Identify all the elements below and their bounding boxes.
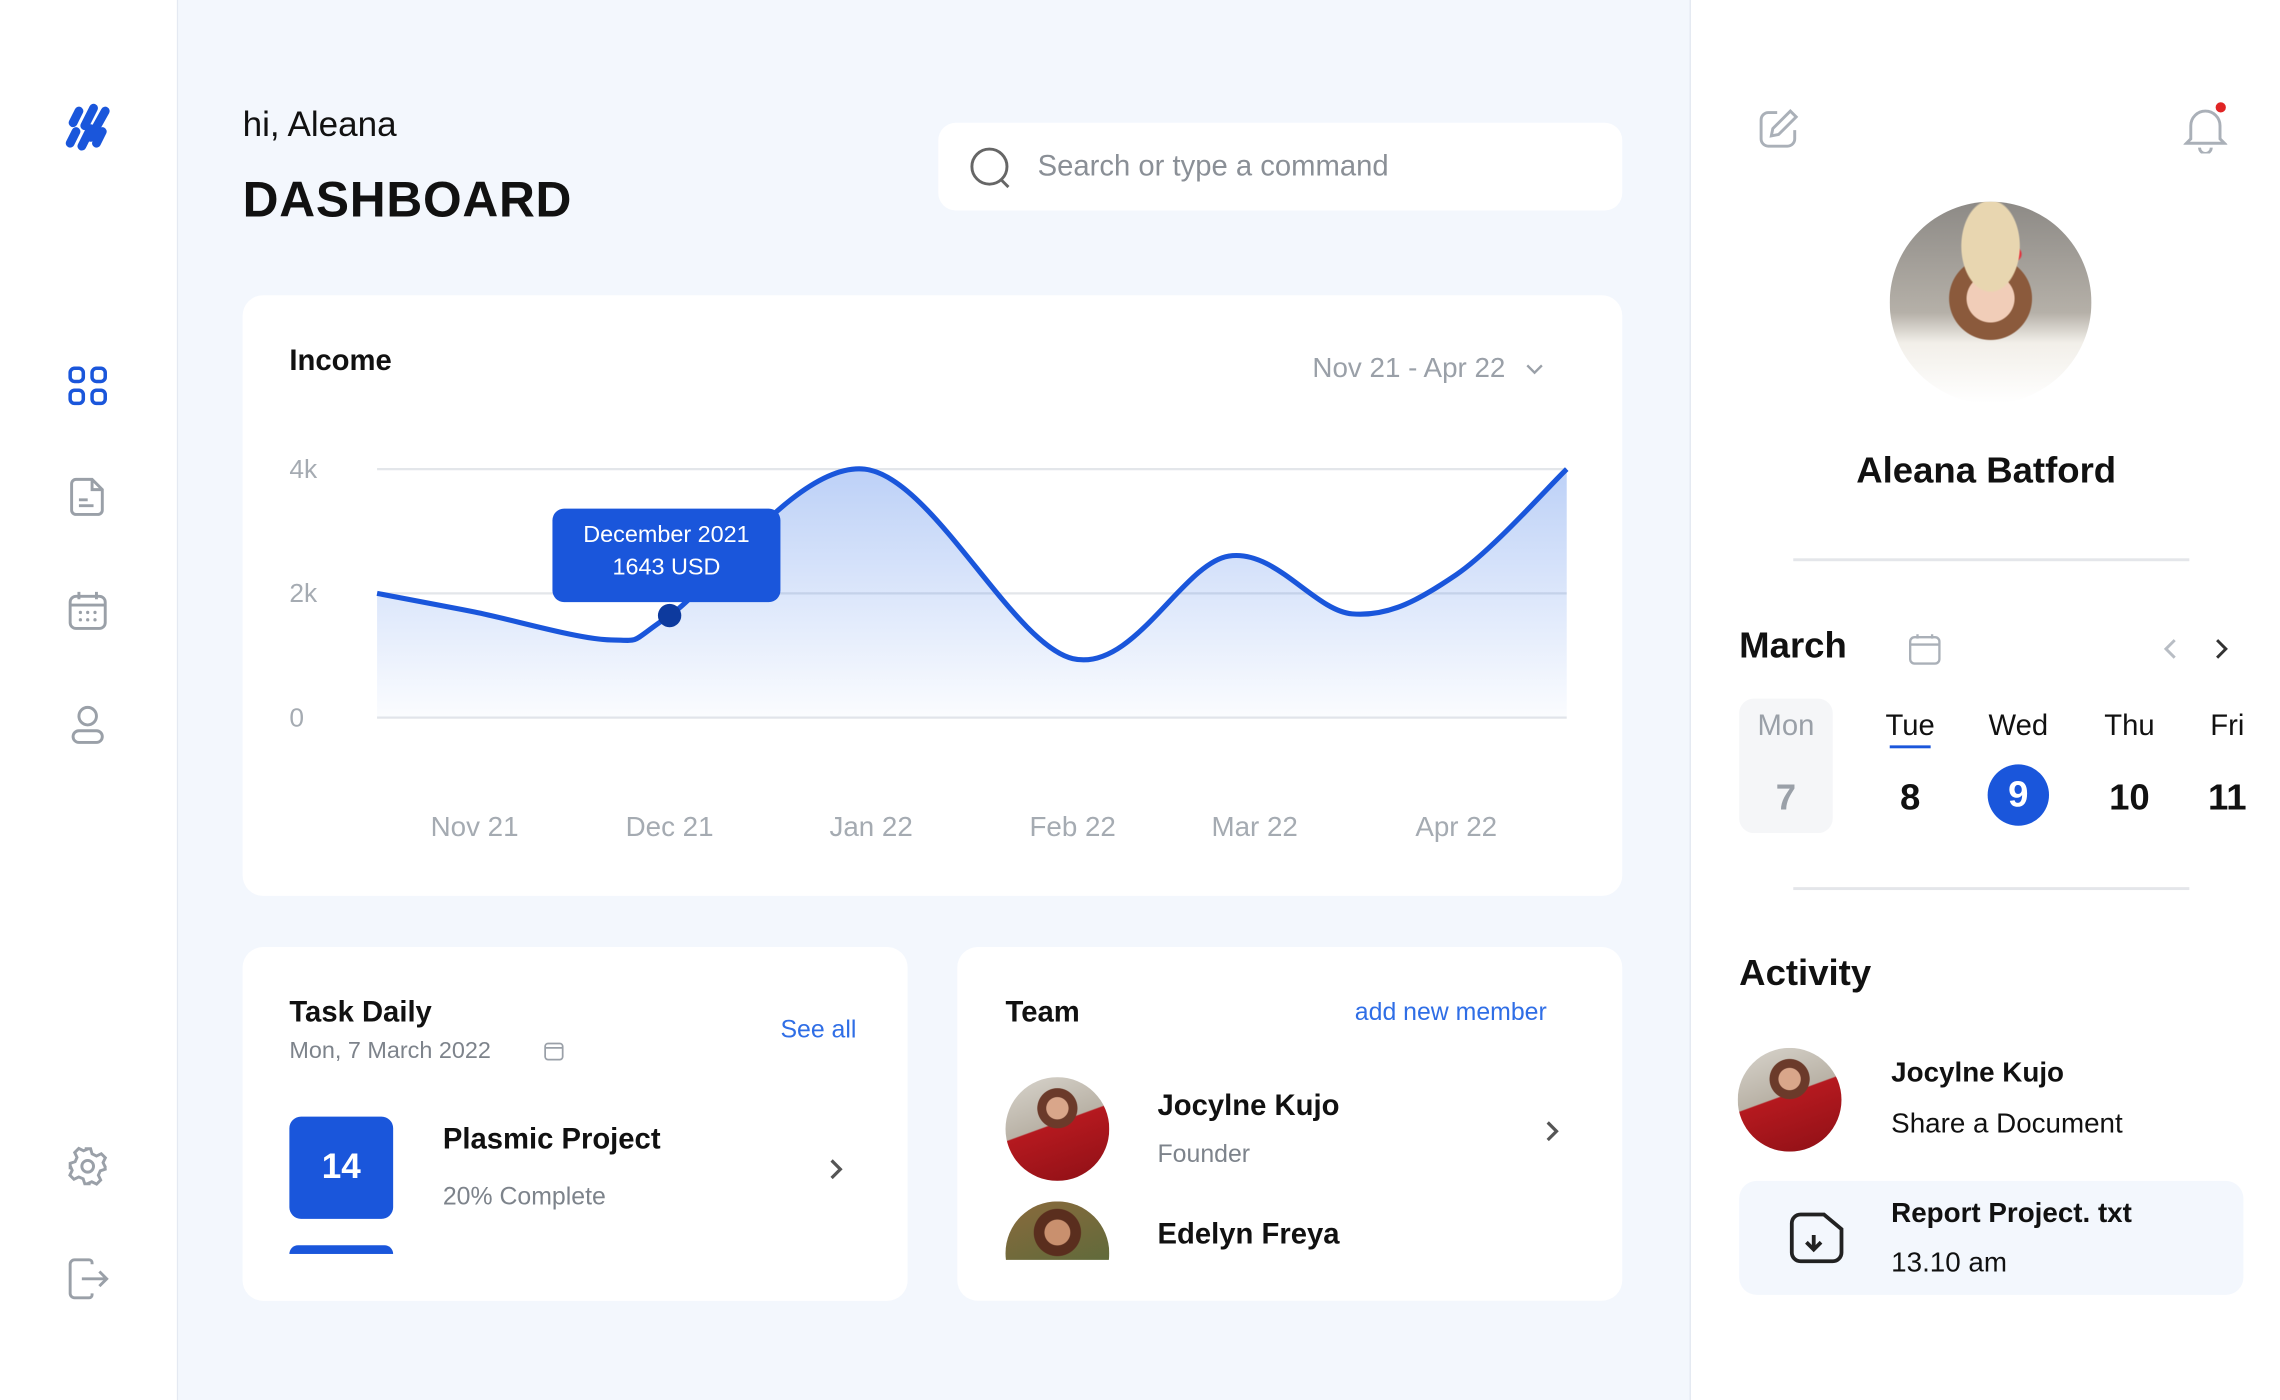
calendar-icon[interactable] [1907,631,1942,666]
chart-tooltip: December 2021 1643 USD [552,508,781,603]
highlight-point [657,603,682,628]
gear-icon[interactable] [64,1143,111,1190]
notification-dot [2215,102,2226,113]
x-tick-label: Apr 22 [1415,811,1497,842]
y-tick-label: 0 [289,702,304,732]
profile-name: Aleana Batford [1856,450,2117,492]
file-attachment[interactable]: Report Project. txt 13.10 am [1739,1180,2244,1295]
day-name: Mon [1757,710,1815,743]
edit-icon[interactable] [1755,105,1802,152]
team-title: Team [1005,996,1080,1029]
document-icon[interactable] [64,474,111,521]
x-tick-label: Nov 21 [431,811,519,842]
team-member-row[interactable]: Jocylne Kujo Founder [957,1077,1622,1182]
greeting: hi, Aleana [242,105,397,145]
main-content: hi, Aleana DASHBOARD Search or type a co… [178,0,1690,1400]
day-number: 11 [2208,777,2247,819]
task-date: Mon, 7 March 2022 [289,1039,491,1064]
member-name: Jocylne Kujo [1157,1090,1340,1123]
card-clip [242,1253,908,1301]
divider [1793,887,2190,891]
tooltip-label: December 2021 [583,523,750,549]
x-tick-label: Dec 21 [626,811,714,842]
team-card: Team add new member Jocylne Kujo Founder… [957,947,1623,1301]
today-underline [1889,745,1931,749]
chevron-right-icon [1540,1117,1563,1146]
team-member-row[interactable]: Edelyn Freya [957,1201,1622,1260]
calendar-day-fri[interactable]: Fri 11 [2169,710,2280,827]
day-name: Fri [2210,710,2245,743]
calendar-month: March [1739,625,1847,667]
task-title: Task Daily [289,996,432,1029]
day-number: 9 [1987,764,2050,826]
profile-avatar[interactable] [1889,201,2092,404]
logout-icon[interactable] [64,1255,111,1302]
x-tick-label: Feb 22 [1029,811,1115,842]
file-download-icon [1786,1207,1850,1268]
activity-action: Share a Document [1891,1109,2123,1140]
activity-user: Jocylne Kujo [1891,1058,2065,1089]
y-tick-label: 2k [289,578,318,608]
calendar-day-mon[interactable]: Mon 7 [1727,710,1844,827]
x-tick-label: Jan 22 [829,811,912,842]
task-progress-text: 20% Complete [442,1182,606,1211]
tooltip-value: 1643 USD [612,555,721,581]
chevron-left-icon[interactable] [2159,634,2182,663]
divider [1793,558,2190,562]
calendar-icon [542,1039,565,1062]
sidebar [0,0,179,1400]
day-number: 8 [1900,777,1921,819]
activity-avatar [1737,1047,1842,1152]
x-tick-label: Mar 22 [1211,811,1297,842]
day-number: 7 [1775,777,1797,819]
task-item[interactable]: 14 Plasmic Project 20% Complete [243,1116,908,1254]
search-placeholder: Search or type a command [1037,150,1389,183]
income-card: Income Nov 21 - Apr 22 4k 2k 0 Nov 21 Dec 21… [242,295,1623,896]
page-title: DASHBOARD [242,172,573,228]
y-tick-label: 4k [289,454,318,484]
profile-panel: Aleana Batford March Mon 7 Tue 8 Wed 9 Thu 10 Fr… [1689,0,2280,1400]
activity-title: Activity [1739,952,1872,994]
day-number: 10 [2109,777,2150,819]
avatar [1005,1201,1110,1260]
chevron-right-icon[interactable] [2210,634,2233,663]
day-name: Tue [1885,710,1935,743]
bell-icon[interactable] [2182,102,2229,155]
income-chart: 4k 2k 0 Nov 21 Dec 21 Jan 22 Feb 22 Mar 22 Apr 2… [289,454,1569,842]
see-all-link[interactable]: See all [780,1016,856,1045]
task-day-badge: 14 [289,1116,394,1219]
calendar-day-tue[interactable]: Tue 8 [1852,710,1969,827]
file-time: 13.10 am [1891,1248,2007,1279]
member-role: Founder [1157,1139,1251,1168]
logo-icon[interactable] [61,102,114,155]
search-input[interactable]: Search or type a command [938,122,1623,211]
grid-icon[interactable] [64,362,111,409]
calendar-icon[interactable] [64,588,111,635]
chevron-right-icon [824,1155,847,1184]
add-member-link[interactable]: add new member [1355,998,1547,1027]
file-name: Report Project. txt [1891,1198,2132,1230]
user-icon[interactable] [64,700,111,747]
member-name: Edelyn Freya [1157,1218,1340,1252]
task-daily-card: Task Daily Mon, 7 March 2022 See all 14 … [242,947,908,1301]
day-name: Wed [1988,710,2049,743]
calendar-day-wed[interactable]: Wed 9 [1960,710,2077,827]
avatar [1005,1077,1110,1181]
search-icon [968,145,1015,192]
task-name: Plasmic Project [442,1123,661,1157]
